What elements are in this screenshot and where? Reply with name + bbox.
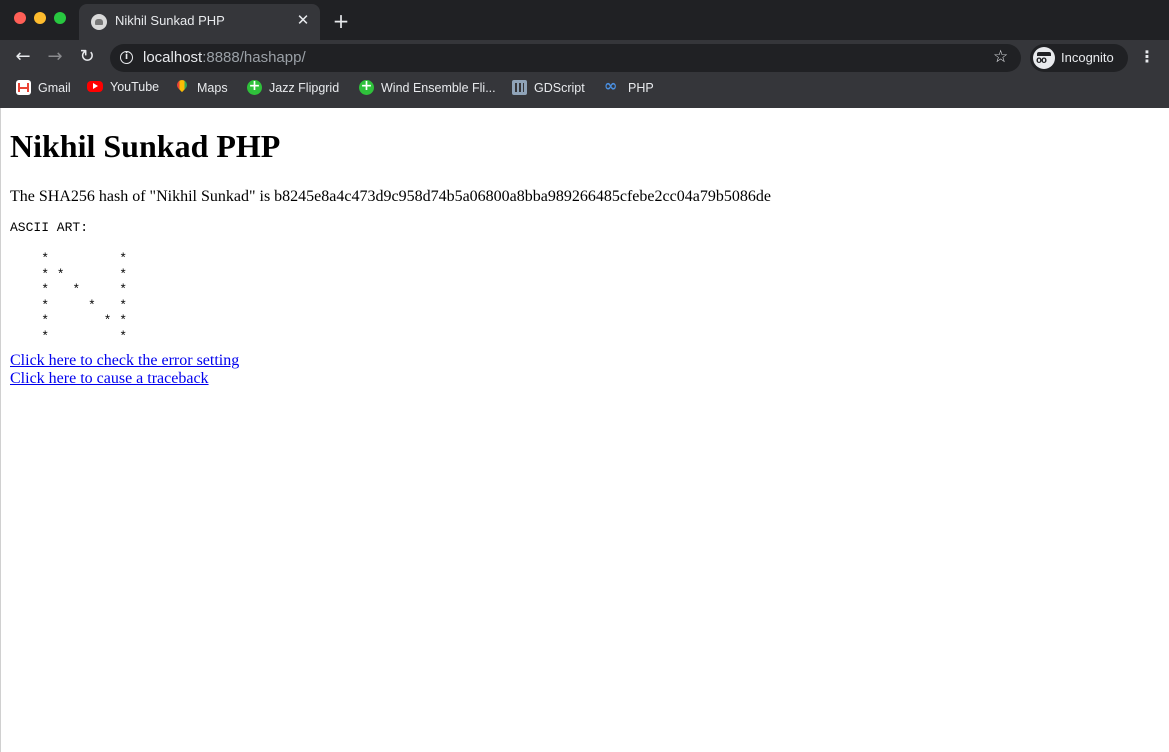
maps-icon — [175, 80, 190, 95]
url-host: localhost — [143, 49, 203, 66]
bookmark-gdscript[interactable]: GDScript — [512, 80, 585, 98]
bookmark-label: Wind Ensemble Fli... — [381, 81, 496, 95]
tab-close-icon[interactable]: ✕ — [293, 10, 313, 30]
php-elephant-icon — [91, 14, 107, 30]
flipgrid-icon — [359, 78, 374, 95]
bookmark-label: Maps — [197, 81, 228, 95]
url-text[interactable]: localhost:8888/hashapp/ — [143, 49, 306, 66]
traceback-link[interactable]: Click here to cause a traceback — [10, 370, 209, 388]
error-setting-link[interactable]: Click here to check the error setting — [10, 352, 239, 370]
bookmark-php[interactable]: PHP — [604, 76, 654, 98]
tab-strip: Nikhil Sunkad PHP ✕ + — [0, 0, 1169, 40]
incognito-label: Incognito — [1061, 50, 1114, 65]
bookmark-label: Gmail — [38, 81, 71, 95]
link-icon — [604, 76, 621, 95]
browser-chrome: Nikhil Sunkad PHP ✕ + ← → ↻ i localhost:… — [0, 0, 1169, 108]
flipgrid-icon — [247, 78, 262, 95]
forward-button[interactable]: → — [44, 46, 66, 68]
bookmark-label: YouTube — [110, 80, 160, 94]
reload-button[interactable]: ↻ — [76, 46, 98, 68]
hash-text: The SHA256 hash of "Nikhil Sunkad" is b8… — [10, 188, 771, 205]
bookmark-youtube[interactable]: YouTube — [87, 80, 159, 98]
bookmarks-bar: Gmail YouTube Maps Jazz Flipgrid Wind En… — [0, 76, 1169, 100]
bookmark-label: GDScript — [534, 81, 585, 95]
bookmark-maps[interactable]: Maps — [175, 80, 228, 98]
bookmark-gmail[interactable]: Gmail — [16, 80, 71, 98]
bookmark-jazz-flipgrid[interactable]: Jazz Flipgrid — [247, 78, 340, 98]
page-title: Nikhil Sunkad PHP — [10, 128, 281, 164]
incognito-profile-button[interactable]: Incognito — [1030, 44, 1128, 72]
bookmark-label: Jazz Flipgrid — [269, 81, 340, 95]
close-window-button[interactable] — [14, 12, 26, 24]
site-info-icon[interactable]: i — [120, 51, 133, 64]
active-tab[interactable]: Nikhil Sunkad PHP ✕ — [79, 4, 320, 40]
url-path: :8888/hashapp/ — [202, 49, 306, 66]
bookmark-wind-ensemble[interactable]: Wind Ensemble Fli... — [359, 78, 496, 98]
address-bar[interactable]: i localhost:8888/hashapp/ ☆ — [110, 44, 1021, 72]
ascii-art: ASCII ART: * * * * * * * * * * * * * * *… — [10, 220, 128, 344]
gmail-icon — [16, 80, 31, 95]
tab-title: Nikhil Sunkad PHP — [115, 13, 225, 28]
incognito-icon — [1033, 47, 1055, 69]
bookmark-star-icon[interactable]: ☆ — [993, 47, 1008, 67]
docs-icon — [512, 80, 527, 95]
back-button[interactable]: ← — [12, 46, 34, 68]
new-tab-button[interactable]: + — [331, 9, 351, 33]
browser-menu-icon[interactable]: ⋮ — [1138, 46, 1156, 68]
minimize-window-button[interactable] — [34, 12, 46, 24]
bookmark-label: PHP — [628, 81, 654, 95]
maximize-window-button[interactable] — [54, 12, 66, 24]
youtube-icon — [87, 81, 103, 92]
page-content: Nikhil Sunkad PHP The SHA256 hash of "Ni… — [0, 108, 1169, 752]
